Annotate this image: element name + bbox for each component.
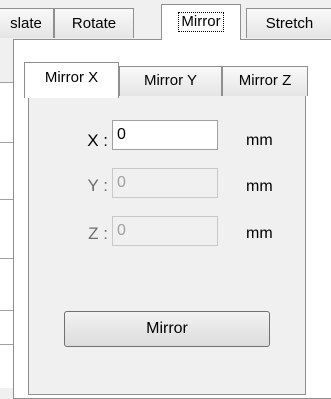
tab-stretch[interactable]: Stretch	[246, 8, 331, 38]
list-separator	[0, 310, 13, 311]
y-unit: mm	[246, 178, 273, 195]
tab-label: Rotate	[71, 15, 117, 32]
tab-label: Mirror	[178, 12, 224, 32]
tab-label: Mirror Z	[238, 72, 292, 89]
z-input[interactable]	[112, 216, 218, 246]
tab-label: Stretch	[265, 15, 314, 32]
tab-label: slate	[10, 15, 42, 32]
tab-mirror-y[interactable]: Mirror Y	[119, 66, 222, 96]
x-unit: mm	[246, 132, 273, 149]
x-label: X :	[87, 131, 108, 150]
tab-label: Mirror X	[44, 69, 99, 86]
tab-mirror-x[interactable]: Mirror X	[24, 62, 119, 98]
list-separator	[0, 142, 13, 143]
list-separator	[0, 258, 13, 259]
z-label: Z :	[88, 224, 108, 243]
tab-label: Mirror Y	[143, 72, 198, 89]
list-separator	[0, 82, 13, 83]
z-unit: mm	[246, 225, 273, 242]
tab-mirror-z[interactable]: Mirror Z	[222, 66, 308, 96]
left-list-panel	[0, 82, 14, 388]
tab-translate[interactable]: slate	[0, 8, 54, 38]
x-input[interactable]	[112, 120, 218, 150]
y-input[interactable]	[112, 168, 218, 198]
list-separator	[0, 344, 13, 345]
list-separator	[0, 199, 13, 200]
y-label: Y :	[87, 176, 108, 195]
tab-mirror[interactable]: Mirror	[161, 4, 241, 40]
mirror-button[interactable]: Mirror	[64, 311, 270, 347]
tab-rotate[interactable]: Rotate	[54, 8, 134, 38]
